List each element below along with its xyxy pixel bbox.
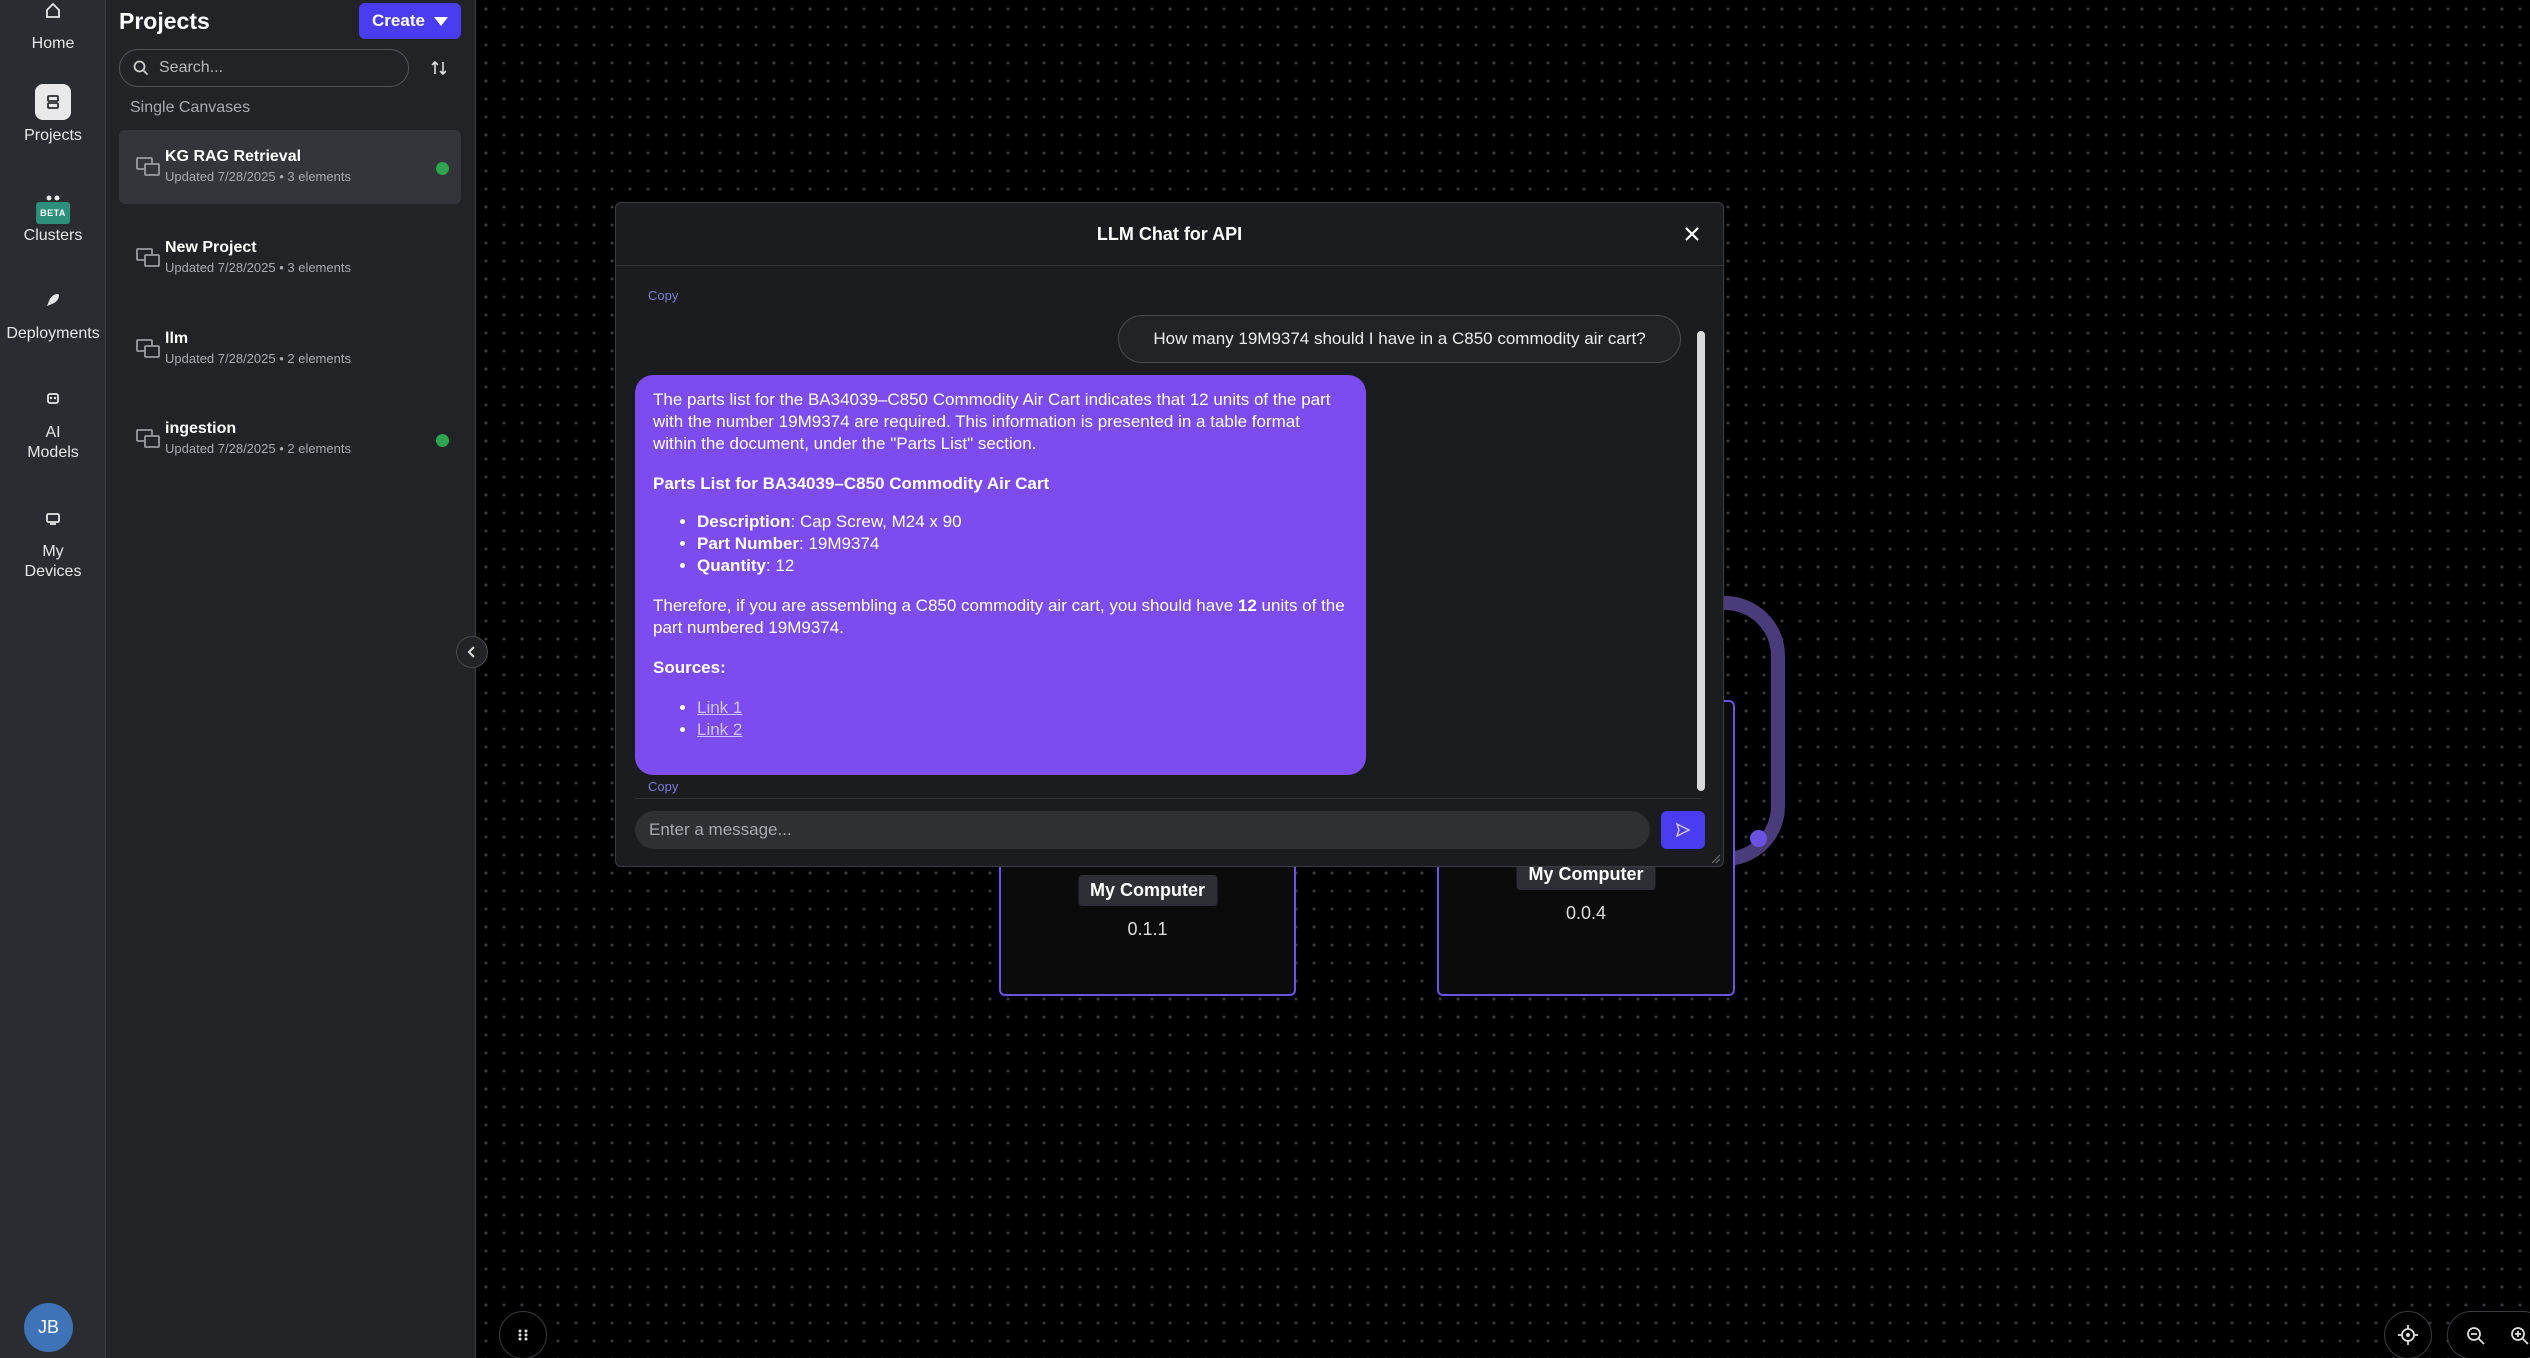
project-item[interactable]: New Project Updated 7/28/2025 • 3 elemen… bbox=[119, 221, 461, 295]
project-meta: Updated 7/28/2025 • 3 elements bbox=[165, 260, 351, 275]
status-dot bbox=[436, 434, 449, 447]
rail-item-home[interactable]: Home bbox=[0, 0, 106, 54]
devices-icon bbox=[35, 500, 71, 536]
chat-modal: LLM Chat for API Copy How many 19M9374 s… bbox=[615, 202, 1724, 867]
node-version: 0.1.1 bbox=[1127, 919, 1168, 939]
rail-label-deployments: Deployments bbox=[6, 325, 100, 342]
rail-label-home: Home bbox=[31, 35, 75, 52]
clusters-icon: BETA bbox=[35, 184, 71, 224]
create-button-label: Create bbox=[372, 11, 425, 30]
send-button[interactable] bbox=[1661, 811, 1705, 849]
project-item[interactable]: KG RAG Retrieval Updated 7/28/2025 • 3 e… bbox=[119, 130, 461, 204]
resize-grip-icon[interactable] bbox=[1711, 854, 1721, 864]
project-meta: Updated 7/28/2025 • 3 elements bbox=[165, 169, 351, 184]
sources-list: Link 1 Link 2 bbox=[697, 697, 1348, 741]
search-input[interactable] bbox=[159, 59, 379, 77]
scrollbar[interactable] bbox=[1697, 331, 1705, 791]
projects-panel: Projects Create Single Canvases KG RAG R… bbox=[106, 0, 476, 1358]
sort-icon bbox=[431, 60, 447, 76]
user-message: How many 19M9374 should I have in a C850… bbox=[1118, 315, 1681, 363]
rail-label-my-devices: My Devices bbox=[24, 543, 82, 580]
zoom-out-icon[interactable] bbox=[2466, 1326, 2486, 1346]
source-link-1[interactable]: Link 1 bbox=[697, 698, 742, 717]
parts-list: Description: Cap Screw, M24 x 90 Part Nu… bbox=[697, 511, 1348, 577]
beta-badge: BETA bbox=[36, 202, 70, 224]
project-item[interactable]: ingestion Updated 7/28/2025 • 2 elements bbox=[119, 402, 461, 476]
collapse-panel-button[interactable] bbox=[456, 636, 488, 668]
zoom-in-icon[interactable] bbox=[2510, 1326, 2530, 1346]
rail-item-projects[interactable]: Projects bbox=[0, 84, 106, 146]
copy-button[interactable]: Copy bbox=[648, 779, 678, 794]
node-port[interactable] bbox=[1750, 830, 1767, 847]
canvas-icon bbox=[136, 157, 160, 176]
close-button[interactable] bbox=[1679, 221, 1705, 247]
zoom-controls bbox=[2447, 1311, 2530, 1358]
list-item: Quantity: 12 bbox=[697, 555, 1348, 577]
canvas-icon bbox=[136, 339, 160, 358]
assistant-intro: The parts list for the BA34039–C850 Comm… bbox=[653, 390, 1331, 453]
canvas-icon bbox=[136, 429, 160, 448]
chevron-down-icon bbox=[433, 16, 448, 26]
rocket-icon bbox=[35, 282, 71, 318]
node-device-badge: My Computer bbox=[1077, 875, 1218, 906]
send-icon bbox=[1675, 822, 1691, 838]
assistant-message: The parts list for the BA34039–C850 Comm… bbox=[635, 375, 1366, 775]
recenter-button[interactable] bbox=[2384, 1311, 2432, 1358]
message-input[interactable] bbox=[635, 811, 1650, 849]
list-item: Link 1 bbox=[697, 697, 1348, 719]
rail-item-deployments[interactable]: Deployments bbox=[0, 282, 106, 344]
rail-item-ai-models[interactable]: AI Models bbox=[0, 381, 106, 463]
create-button[interactable]: Create bbox=[359, 3, 461, 39]
device-node[interactable]: My Computer 0.1.1 bbox=[999, 855, 1296, 996]
rail-item-clusters[interactable]: BETA Clusters bbox=[0, 184, 106, 246]
rail-label-ai-models: AI Models bbox=[27, 424, 79, 461]
list-item: Description: Cap Screw, M24 x 90 bbox=[697, 511, 1348, 533]
project-meta: Updated 7/28/2025 • 2 elements bbox=[165, 351, 351, 366]
crosshair-icon bbox=[2398, 1325, 2418, 1345]
copy-button[interactable]: Copy bbox=[648, 288, 678, 303]
sort-button[interactable] bbox=[426, 55, 452, 81]
projects-icon bbox=[35, 84, 71, 120]
drag-handle-button[interactable] bbox=[499, 1311, 547, 1358]
modal-header: LLM Chat for API bbox=[616, 203, 1723, 266]
rail-label-clusters: Clusters bbox=[23, 227, 83, 244]
ai-models-icon bbox=[35, 381, 71, 417]
rail-label-projects: Projects bbox=[24, 127, 82, 144]
avatar[interactable]: JB bbox=[24, 1303, 73, 1352]
section-label: Single Canvases bbox=[130, 99, 251, 116]
search-icon bbox=[133, 60, 149, 76]
chevron-left-icon bbox=[467, 646, 475, 658]
sources-heading: Sources: bbox=[653, 658, 726, 677]
grip-icon bbox=[518, 1329, 528, 1341]
project-meta: Updated 7/28/2025 • 2 elements bbox=[165, 441, 351, 456]
list-item: Part Number: 19M9374 bbox=[697, 533, 1348, 555]
home-icon bbox=[35, 0, 71, 28]
rail-item-my-devices[interactable]: My Devices bbox=[0, 500, 106, 582]
left-rail: Home Projects BETA Clusters Deployments … bbox=[0, 0, 106, 1358]
divider bbox=[635, 798, 1702, 799]
canvas-icon bbox=[136, 248, 160, 267]
close-icon bbox=[1685, 227, 1699, 241]
source-link-2[interactable]: Link 2 bbox=[697, 720, 742, 739]
project-name: llm bbox=[165, 330, 189, 347]
project-name: KG RAG Retrieval bbox=[165, 148, 302, 165]
page-title: Projects bbox=[119, 8, 210, 34]
status-dot bbox=[436, 162, 449, 175]
search-box bbox=[119, 49, 409, 87]
assistant-conclusion: Therefore, if you are assembling a C850 … bbox=[653, 596, 1345, 637]
project-name: ingestion bbox=[165, 420, 237, 437]
project-item[interactable]: llm Updated 7/28/2025 • 2 elements bbox=[119, 312, 461, 386]
assistant-heading: Parts List for BA34039–C850 Commodity Ai… bbox=[653, 474, 1050, 493]
modal-title: LLM Chat for API bbox=[1096, 224, 1243, 244]
project-name: New Project bbox=[165, 239, 257, 256]
list-item: Link 2 bbox=[697, 719, 1348, 741]
node-version: 0.0.4 bbox=[1565, 903, 1607, 923]
